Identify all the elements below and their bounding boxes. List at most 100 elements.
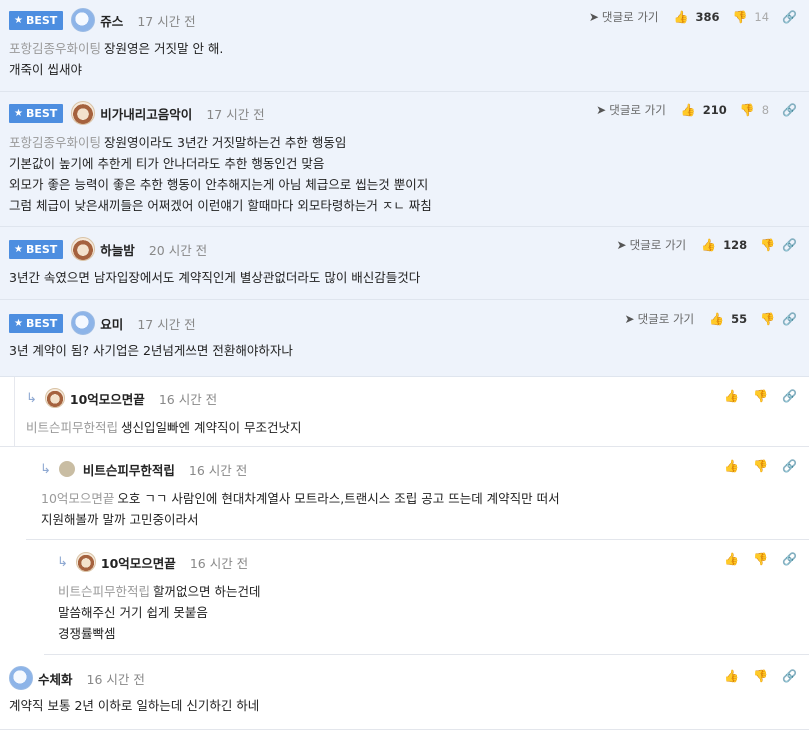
thumbs-up-icon[interactable]: 👍 <box>681 104 696 116</box>
comment-header: ↳ 10억모으면끝 16 시간 전 <box>44 547 809 577</box>
star-icon: ★ <box>14 243 23 255</box>
comment-actions: ➤ 댓글로 가기 👍 128 👎 🔗 <box>617 230 798 260</box>
avatar[interactable] <box>71 311 96 335</box>
link-icon[interactable]: 🔗 <box>782 553 797 565</box>
comment-actions: ➤ 댓글로 가기 👍 55 👎 🔗 <box>625 304 798 334</box>
thumbs-down-icon[interactable]: 👎 <box>760 239 775 251</box>
comment-body: 포항김종우화이팅 장원영은 거짓말 안 해. 개죽이 씹새야 <box>9 41 224 77</box>
timestamp: 16 시간 전 <box>189 555 249 571</box>
comment-header: ↳ 비트슨피무한적립 16 시간 전 <box>26 454 809 484</box>
link-icon[interactable]: 🔗 <box>782 390 797 402</box>
thumbs-up-icon[interactable]: 👍 <box>724 670 739 682</box>
nickname[interactable]: 10억모으면끝 <box>101 553 176 572</box>
avatar[interactable] <box>71 101 96 125</box>
comment-body: 포항김종우화이팅 장원영이라도 3년간 거짓말하는건 추한 행동임 기본값이 높기… <box>9 135 432 213</box>
reply-target[interactable]: 비트슨피무한적립 <box>26 420 118 435</box>
thumbs-up-icon[interactable]: 👍 <box>724 460 739 472</box>
thumbs-up-icon[interactable]: 👍 <box>701 239 716 251</box>
nickname[interactable]: 비트슨피무한적립 <box>83 460 175 479</box>
star-icon: ★ <box>14 317 23 329</box>
upvote-count: 128 <box>723 238 748 252</box>
thumbs-up-icon[interactable]: 👍 <box>724 553 739 565</box>
nickname[interactable]: 요미 <box>100 314 123 333</box>
reply-target[interactable]: 비트슨피무한적립 <box>58 584 150 599</box>
link-icon[interactable]: 🔗 <box>782 313 797 325</box>
comment-actions: 👍 👎 🔗 <box>724 661 797 691</box>
link-icon[interactable]: 🔗 <box>782 239 797 251</box>
upvote-count: 55 <box>731 312 748 326</box>
avatar[interactable] <box>9 666 33 690</box>
nickname[interactable]: 쥬스 <box>100 11 123 30</box>
link-icon[interactable]: 🔗 <box>782 460 797 472</box>
link-icon[interactable]: 🔗 <box>782 670 797 682</box>
thumbs-down-icon[interactable]: 👎 <box>732 11 747 23</box>
best-badge: ★ BEST <box>9 10 64 30</box>
upvote-count: 386 <box>695 10 720 24</box>
reply-target[interactable]: 포항김종우화이팅 <box>9 135 101 150</box>
send-icon: ➤ <box>624 312 635 326</box>
reply-target[interactable]: 포항김종우화이팅 <box>9 41 101 56</box>
comment-actions: 👍 👎 🔗 <box>724 451 797 481</box>
star-icon: ★ <box>14 14 23 26</box>
reply-comment: ↳ 10억모으면끝 16 시간 전 👍 👎 🔗 비트슨피무한적립 생신입일빠엔 계… <box>0 377 809 447</box>
comment-header: 수체화 16 시간 전 <box>0 663 809 693</box>
best-comment: ★ BEST 비가내리고음악이 17 시간 전 ➤ 댓글로 가기 👍 210 👎 8… <box>0 92 809 227</box>
best-badge: ★ BEST <box>9 103 64 123</box>
link-icon[interactable]: 🔗 <box>782 11 797 23</box>
best-comment: ★ BEST 하늘밤 20 시간 전 ➤ 댓글로 가기 👍 128 👎 🔗 3년간 … <box>0 227 809 300</box>
go-to-reply-button[interactable]: ➤ 댓글로 가기 <box>596 102 666 118</box>
best-badge: ★ BEST <box>9 239 64 259</box>
nickname[interactable]: 수체화 <box>38 669 73 688</box>
go-to-reply-button[interactable]: ➤ 댓글로 가기 <box>617 237 687 253</box>
thumbs-down-icon[interactable]: 👎 <box>760 313 775 325</box>
nickname[interactable]: 하늘밤 <box>100 240 135 259</box>
avatar[interactable] <box>75 552 96 572</box>
go-to-reply-button[interactable]: ➤ 댓글로 가기 <box>625 311 695 327</box>
thumbs-down-icon[interactable]: 👎 <box>753 460 768 472</box>
star-icon: ★ <box>14 107 23 119</box>
thumbs-down-icon[interactable]: 👎 <box>740 104 755 116</box>
reply-arrow-icon: ↳ <box>40 461 51 477</box>
best-comment: ★ BEST 쥬스 17 시간 전 ➤ 댓글로 가기 👍 386 👎 14 🔗 포항… <box>0 0 809 92</box>
comment-actions: 👍 👎 🔗 <box>724 381 797 411</box>
reply-target[interactable]: 10억모으면끝 <box>41 491 114 506</box>
timestamp: 17 시간 전 <box>206 106 265 122</box>
upvote-count: 210 <box>702 103 727 117</box>
avatar[interactable] <box>71 237 96 261</box>
thumbs-up-icon[interactable]: 👍 <box>709 313 724 325</box>
nickname[interactable]: 비가내리고음악이 <box>100 104 192 123</box>
timestamp: 17 시간 전 <box>137 316 196 332</box>
downvote-count: 8 <box>761 103 770 117</box>
avatar[interactable] <box>58 461 75 477</box>
thumbs-down-icon[interactable]: 👎 <box>753 670 768 682</box>
thumbs-down-icon[interactable]: 👎 <box>753 390 768 402</box>
comment-actions: ➤ 댓글로 가기 👍 386 👎 14 🔗 <box>589 2 797 32</box>
send-icon: ➤ <box>596 103 607 117</box>
comment-body: 계약직 보통 2년 이하로 일하는데 신기하긴 하네 <box>9 698 260 713</box>
timestamp: 16 시간 전 <box>86 671 145 687</box>
comment-body: 비트슨피무한적립 생신입일빠엔 계약직이 무조건낫지 <box>26 420 302 435</box>
timestamp: 16 시간 전 <box>188 462 248 478</box>
best-badge: ★ BEST <box>9 313 64 333</box>
comment-body: 비트슨피무한적립 할꺼없으면 하는건데 말씀해주신 거기 쉽게 못붙음 경쟁률빡셈 <box>58 584 261 641</box>
comment-body: 3년 계약이 됨? 사기업은 2년넘게쓰면 전환해야하자나 <box>9 343 293 358</box>
link-icon[interactable]: 🔗 <box>782 104 797 116</box>
timestamp: 16 시간 전 <box>158 391 218 407</box>
thumbs-up-icon[interactable]: 👍 <box>724 390 739 402</box>
avatar[interactable] <box>44 388 65 408</box>
thumbs-up-icon[interactable]: 👍 <box>673 11 688 23</box>
send-icon: ➤ <box>588 10 599 24</box>
nickname[interactable]: 10억모으면끝 <box>70 389 145 408</box>
timestamp: 20 시간 전 <box>148 242 208 258</box>
go-to-reply-button[interactable]: ➤ 댓글로 가기 <box>589 9 659 25</box>
best-comment: ★ BEST 요미 17 시간 전 ➤ 댓글로 가기 👍 55 👎 🔗 3년 계약이… <box>0 300 809 377</box>
thumbs-down-icon[interactable]: 👎 <box>753 553 768 565</box>
reply-arrow-icon: ↳ <box>57 554 68 570</box>
reply-arrow-icon: ↳ <box>26 390 37 406</box>
comment-actions: ➤ 댓글로 가기 👍 210 👎 8 🔗 <box>596 95 797 125</box>
reply-comment: ↳ 비트슨피무한적립 16 시간 전 👍 👎 🔗 10억모으면끝 오호 ㄱㄱ 사람… <box>26 447 809 540</box>
avatar[interactable] <box>71 8 96 32</box>
comment-actions: 👍 👎 🔗 <box>724 544 797 574</box>
comment-body: 3년간 속였으면 남자입장에서도 계약직인게 별상관없더라도 많이 배신감들것다 <box>9 270 421 285</box>
downvote-count: 14 <box>754 10 770 24</box>
